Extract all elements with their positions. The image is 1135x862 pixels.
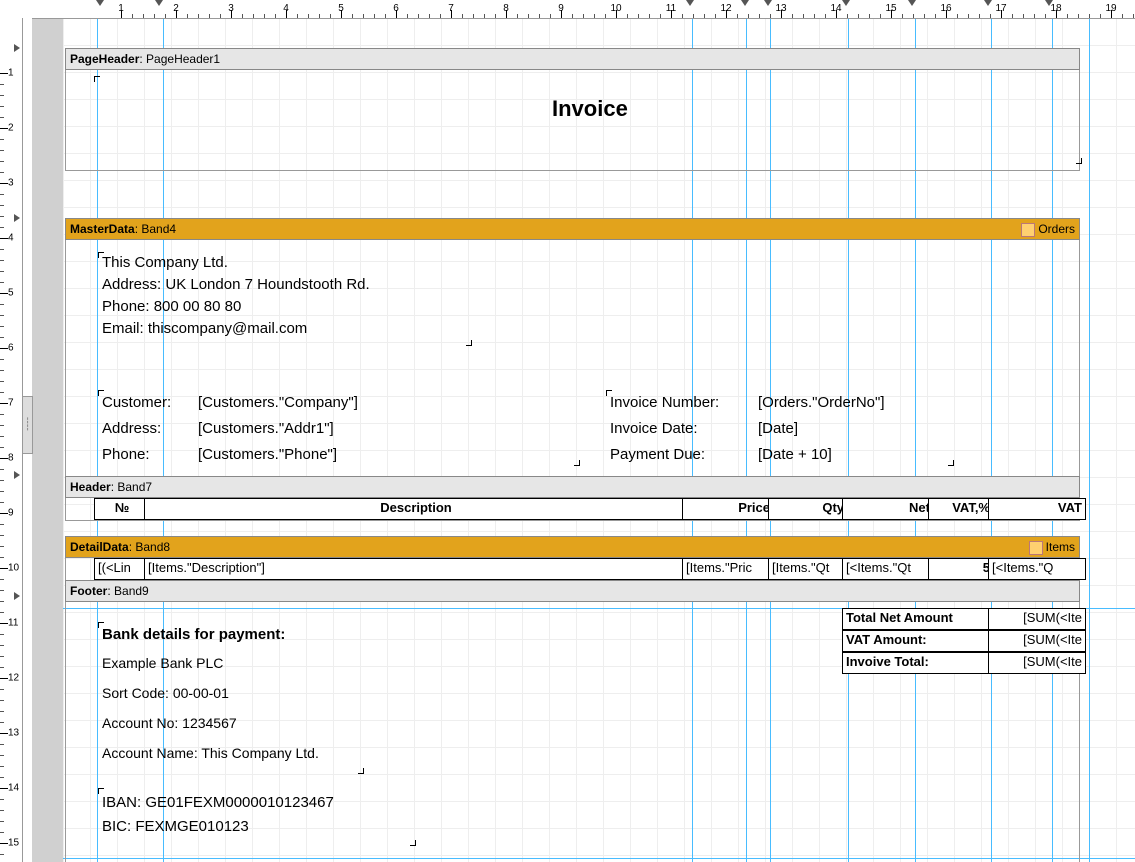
band-pageheader-title[interactable]: PageHeader: PageHeader1 (65, 48, 1080, 70)
field-vat[interactable]: [<Items."Q (988, 558, 1086, 580)
band-footer[interactable]: Footer: Band9 Total Net Amount [SUM(<Ite… (65, 580, 1080, 862)
report-page[interactable]: PageHeader: PageHeader1 Invoice MasterDa… (63, 18, 1135, 862)
band-header-prefix: Header (70, 480, 111, 494)
company-line-4[interactable]: Email: thiscompany@mail.com (102, 320, 307, 338)
band-detaildata-name: : Band8 (129, 540, 170, 554)
ruler-vertical[interactable]: 123456789101112131415 (0, 18, 23, 862)
band-masterdata-datasource[interactable]: Orders (1021, 219, 1079, 239)
band-pageheader-name: : PageHeader1 (139, 52, 220, 66)
phone-label[interactable]: Phone: (102, 446, 150, 464)
bank-heading[interactable]: Bank details for payment: (102, 626, 285, 644)
band-pageheader-body[interactable]: Invoice (65, 70, 1080, 171)
band-pageheader[interactable]: PageHeader: PageHeader1 Invoice (65, 48, 1080, 171)
band-masterdata-title[interactable]: MasterData: Band4 Orders (65, 218, 1080, 240)
address-label[interactable]: Address: (102, 420, 161, 438)
customer-label[interactable]: Customer: (102, 394, 171, 412)
band-header-body[interactable]: № Description Price Qty Net VAT,% VAT (65, 498, 1080, 521)
band-pageheader-prefix: PageHeader (70, 52, 139, 66)
field-lineno[interactable]: [(<Lin (94, 558, 150, 580)
address-value[interactable]: [Customers."Addr1"] (198, 420, 334, 438)
total-net-value[interactable]: [SUM(<Ite (988, 608, 1086, 630)
band-masterdata-prefix: MasterData (70, 222, 135, 236)
bank-l1[interactable]: Example Bank PLC (102, 654, 223, 672)
invdue-value[interactable]: [Date + 10] (758, 446, 832, 464)
band-header-name: : Band7 (111, 480, 152, 494)
band-footer-title[interactable]: Footer: Band9 (65, 580, 1080, 602)
total-inv-label[interactable]: Invoive Total: (842, 652, 994, 674)
invnum-label[interactable]: Invoice Number: (610, 394, 719, 412)
band-detaildata-datasource[interactable]: Items (1029, 537, 1079, 557)
col-vatp[interactable]: VAT,% (928, 498, 994, 520)
total-net-label[interactable]: Total Net Amount (842, 608, 994, 630)
ruler-grip[interactable] (22, 396, 33, 454)
col-no[interactable]: № (94, 498, 150, 520)
invdate-value[interactable]: [Date] (758, 420, 798, 438)
field-desc[interactable]: [Items."Description"] (144, 558, 688, 580)
bank-l3[interactable]: Account No: 1234567 (102, 714, 237, 732)
company-line-2[interactable]: Address: UK London 7 Houndstooth Rd. (102, 276, 370, 294)
bank-iban[interactable]: IBAN: GE01FEXM0000010123467 (102, 794, 334, 812)
band-footer-name: : Band9 (107, 584, 148, 598)
band-masterdata-name: : Band4 (135, 222, 176, 236)
report-designer-stage: 1234567891011121314151617181920 12345678… (0, 0, 1135, 862)
bank-l4[interactable]: Account Name: This Company Ltd. (102, 744, 319, 762)
invdue-label[interactable]: Payment Due: (610, 446, 705, 464)
field-price[interactable]: [Items."Pric (682, 558, 774, 580)
band-detaildata[interactable]: DetailData: Band8 Items [(<Lin [Items."D… (65, 536, 1080, 581)
band-masterdata[interactable]: MasterData: Band4 Orders This Company Lt… (65, 218, 1080, 477)
band-footer-prefix: Footer (70, 584, 107, 598)
band-detaildata-prefix: DetailData (70, 540, 129, 554)
invnum-value[interactable]: [Orders."OrderNo"] (758, 394, 885, 412)
col-price[interactable]: Price (682, 498, 774, 520)
total-vat-label[interactable]: VAT Amount: (842, 630, 994, 652)
field-qty[interactable]: [Items."Qt (768, 558, 848, 580)
datasource-icon (1021, 223, 1035, 237)
company-line-1[interactable]: This Company Ltd. (102, 254, 228, 272)
col-net[interactable]: Net (842, 498, 934, 520)
total-inv-value[interactable]: [SUM(<Ite (988, 652, 1086, 674)
band-masterdata-body[interactable]: This Company Ltd. Address: UK London 7 H… (65, 240, 1080, 477)
datasource-icon (1029, 541, 1043, 555)
ruler-horizontal[interactable]: 1234567891011121314151617181920 (32, 0, 1135, 19)
customer-value[interactable]: [Customers."Company"] (198, 394, 358, 412)
col-vat[interactable]: VAT (988, 498, 1086, 520)
total-vat-value[interactable]: [SUM(<Ite (988, 630, 1086, 652)
band-header[interactable]: Header: Band7 № Description Price Qty Ne… (65, 476, 1080, 521)
band-header-title[interactable]: Header: Band7 (65, 476, 1080, 498)
band-footer-body[interactable]: Total Net Amount [SUM(<Ite VAT Amount: [… (65, 602, 1080, 862)
phone-value[interactable]: [Customers."Phone"] (198, 446, 337, 464)
col-qty[interactable]: Qty (768, 498, 848, 520)
field-vatp[interactable]: 5 (928, 558, 994, 580)
bank-bic[interactable]: BIC: FEXMGE010123 (102, 818, 249, 836)
band-detaildata-title[interactable]: DetailData: Band8 Items (65, 536, 1080, 558)
bank-l2[interactable]: Sort Code: 00-00-01 (102, 684, 229, 702)
invdate-label[interactable]: Invoice Date: (610, 420, 698, 438)
band-detaildata-body[interactable]: [(<Lin [Items."Description"] [Items."Pri… (65, 558, 1080, 581)
col-desc[interactable]: Description (144, 498, 688, 520)
page-gutter (32, 18, 63, 862)
company-line-3[interactable]: Phone: 800 00 80 80 (102, 298, 241, 316)
field-net[interactable]: [<Items."Qt (842, 558, 934, 580)
